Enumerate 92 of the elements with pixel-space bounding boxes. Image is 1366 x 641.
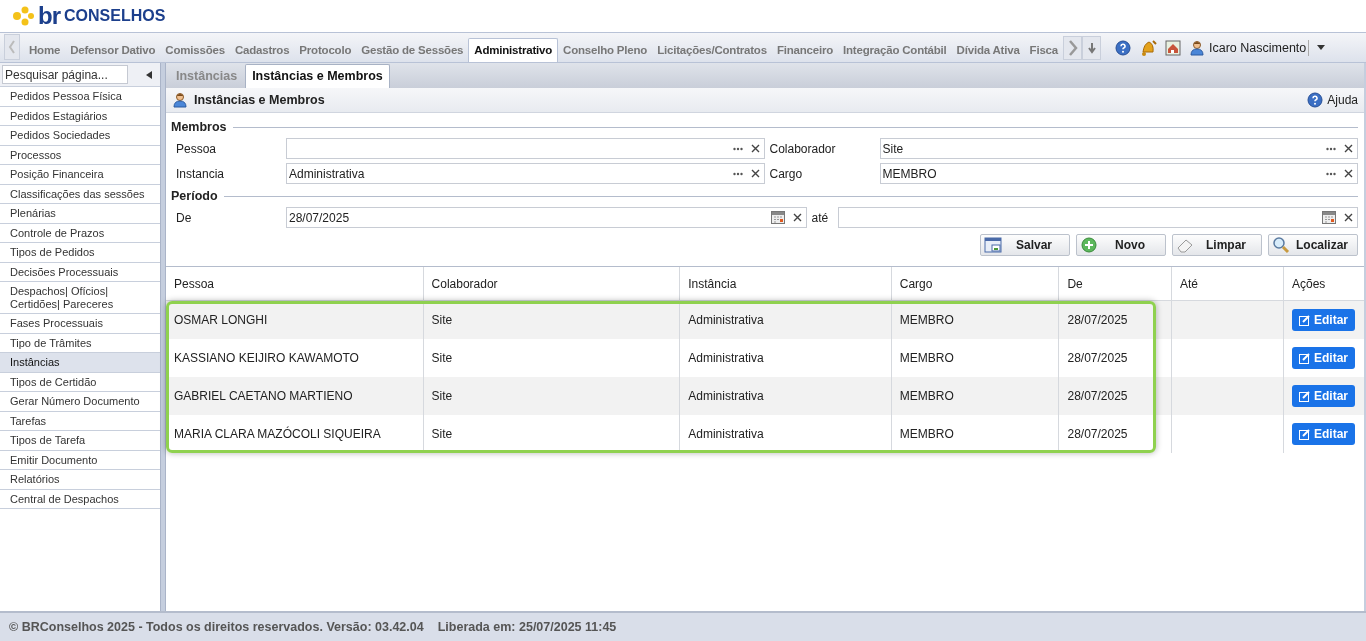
ellipsis-icon[interactable] [732, 146, 743, 151]
column-header: De [1058, 267, 1172, 301]
field-label: Instancia [175, 166, 226, 181]
lookup-field[interactable]: Administrativa [286, 163, 765, 184]
section-title: Membros [171, 119, 1358, 135]
clear-x-icon[interactable] [750, 144, 760, 153]
nav-tab[interactable]: Licitações/Contratos [652, 44, 772, 62]
field-label: Colaborador [768, 141, 837, 156]
nav-tab[interactable]: Dívida Ativa [951, 44, 1025, 62]
edit-icon [1298, 352, 1310, 364]
table-cell: 28/07/2025 [1058, 415, 1172, 453]
table-cell: Administrativa [679, 377, 892, 415]
lookup-field[interactable] [286, 138, 765, 159]
action-button[interactable]: Limpar [1172, 234, 1262, 256]
panel-title: Instâncias e Membros [194, 93, 325, 107]
down-arrow-icon [1086, 42, 1097, 54]
column-header: Ações [1283, 267, 1364, 301]
ellipsis-icon[interactable] [1326, 171, 1336, 176]
bell-icon[interactable] [1139, 39, 1158, 57]
help-link[interactable]: Ajuda [1307, 92, 1358, 108]
help-icon [1307, 92, 1324, 108]
chevron-left-icon [8, 40, 16, 54]
action-button[interactable]: Localizar [1268, 234, 1358, 256]
logo-text: CONSELHOS [64, 6, 166, 26]
search-icon [1272, 236, 1290, 254]
edit-button[interactable]: Editar [1291, 423, 1355, 445]
user-icon [172, 92, 188, 108]
nav-tab[interactable]: Home [24, 44, 66, 62]
edit-button[interactable]: Editar [1291, 347, 1355, 369]
section-title: Período [171, 188, 1358, 204]
calendar-icon[interactable] [770, 211, 785, 224]
column-header: Colaborador [423, 267, 680, 301]
nav-tab[interactable]: Integração Contábil [838, 44, 952, 62]
table-cell: Site [423, 415, 680, 453]
table-cell: 28/07/2025 [1058, 377, 1172, 415]
user-icon [1189, 40, 1206, 56]
nav-tab[interactable]: Fisca [1024, 44, 1064, 62]
ellipsis-icon[interactable] [1326, 146, 1336, 151]
nav-tab[interactable]: Conselho Pleno [558, 44, 653, 62]
house-picture-icon[interactable] [1165, 40, 1182, 56]
clear-x-icon[interactable] [1344, 144, 1353, 153]
table-cell: MARIA CLARA MAZÓCOLI SIQUEIRA [166, 415, 424, 453]
action-button[interactable]: Salvar [980, 234, 1070, 256]
action-button[interactable]: Novo [1076, 234, 1166, 256]
nav-tab[interactable]: Gestão de Sessões [356, 44, 469, 62]
edit-icon [1298, 390, 1310, 402]
edit-icon [1298, 314, 1310, 326]
field-label: Cargo [768, 166, 804, 181]
column-header: Até [1171, 267, 1284, 301]
nav-tab[interactable]: Cadastros [229, 44, 295, 62]
edit-button[interactable]: Editar [1291, 385, 1355, 407]
table-cell: MEMBRO [891, 415, 1059, 453]
copyright-text: © BRConselhos 2025 - Todos os direitos reservados. Versão: 03.42.04 [9, 620, 424, 634]
collapse-caret-icon[interactable] [146, 70, 152, 79]
sidebar-item[interactable]: Instâncias [0, 353, 160, 373]
date-field[interactable]: 28/07/2025 [286, 207, 807, 228]
calendar-icon[interactable] [1322, 211, 1336, 224]
field-label: até [810, 210, 830, 225]
sub-tab[interactable]: Instâncias e Membros [245, 64, 390, 88]
edit-button[interactable]: Editar [1291, 309, 1355, 331]
clear-x-icon[interactable] [1344, 213, 1353, 222]
lookup-field[interactable]: Site [879, 138, 1358, 159]
table-cell: Site [423, 377, 680, 415]
field-label: Pessoa [175, 141, 218, 156]
caret-down-icon[interactable] [1317, 45, 1326, 51]
ellipsis-icon[interactable] [732, 171, 743, 176]
nav-tab[interactable]: Financeiro [771, 44, 839, 62]
chevron-right-icon [1067, 40, 1078, 56]
user-menu[interactable]: Icaro Nascimento [1189, 40, 1310, 56]
nav-tab[interactable]: Administrativo [468, 38, 559, 62]
search-field[interactable]: Pesquisar página... [2, 65, 128, 84]
save-window-icon [984, 236, 1002, 254]
clear-x-icon[interactable] [750, 169, 760, 178]
help-icon[interactable] [1115, 40, 1132, 56]
table-cell: Administrativa [679, 415, 892, 453]
release-text: Liberada em: 25/07/2025 11:45 [437, 620, 617, 634]
nav-tab[interactable]: Protocolo [294, 44, 357, 62]
column-header: Instância [679, 267, 892, 301]
clear-x-icon[interactable] [792, 213, 802, 222]
table-cell: MEMBRO [891, 377, 1059, 415]
column-header: Cargo [891, 267, 1059, 301]
date-field[interactable] [837, 207, 1358, 228]
logo-mark: br [38, 5, 60, 27]
edit-icon [1298, 428, 1310, 440]
lookup-field[interactable]: MEMBRO [879, 163, 1358, 184]
clear-x-icon[interactable] [1344, 169, 1353, 178]
column-header: Pessoa [166, 267, 424, 301]
field-label: De [175, 210, 193, 225]
plus-circle-icon [1080, 236, 1098, 254]
logo-dots-icon [12, 6, 34, 26]
nav-tab[interactable]: Comissões [160, 44, 230, 62]
nav-tab[interactable]: Defensor Dativo [65, 44, 161, 62]
